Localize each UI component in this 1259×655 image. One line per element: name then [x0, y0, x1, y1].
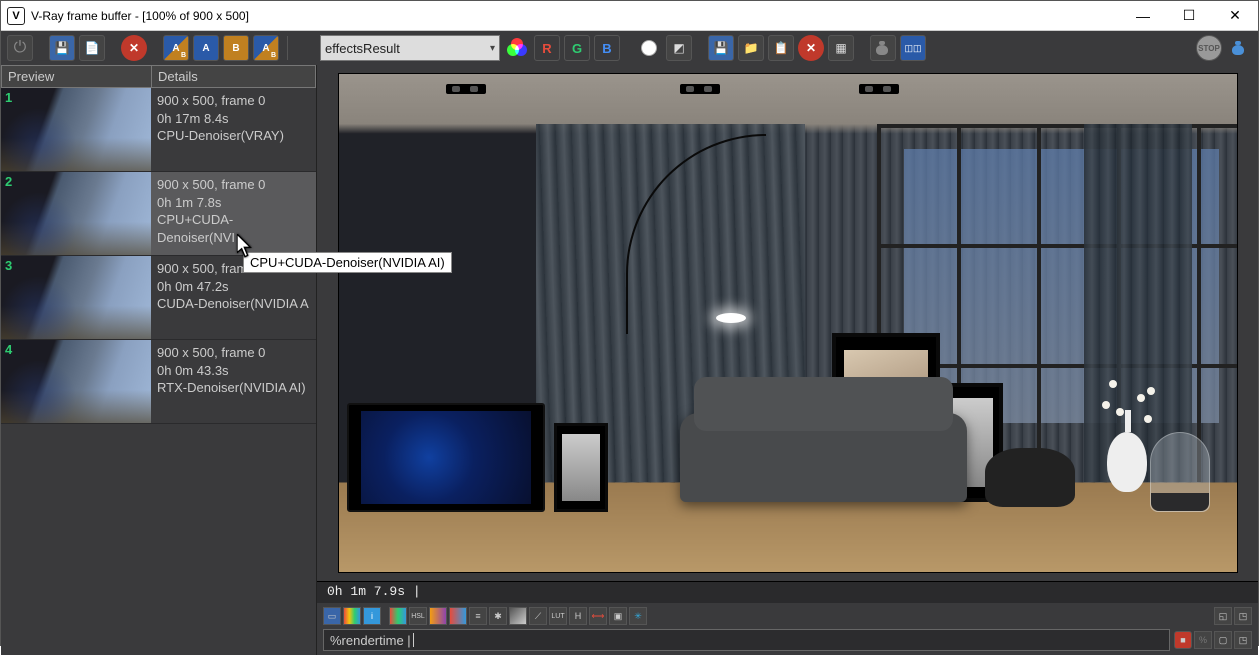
history-item[interactable]: 2 900 x 500, frame 0 0h 1m 7.8s CPU+CUDA…	[1, 172, 316, 256]
render-canvas[interactable]	[338, 73, 1238, 573]
curves-icon[interactable]	[389, 607, 407, 625]
popout-icon[interactable]: ◳	[1234, 607, 1252, 625]
bracket-icon[interactable]: ▢	[1214, 631, 1232, 649]
bloom-icon[interactable]: ✱	[489, 607, 507, 625]
channel-select[interactable]: effectsResult ▾	[320, 35, 500, 61]
green-channel-button[interactable]: G	[564, 35, 590, 61]
gradient1-icon[interactable]	[429, 607, 447, 625]
bottom-mini-toolbar: ▭ i HSL ≡ ✱ ⟋ LUT H ⟷	[323, 607, 1252, 625]
open-folder-icon[interactable]: 📁	[738, 35, 764, 61]
clamp-icon[interactable]: ◩	[666, 35, 692, 61]
maximize-button[interactable]: ☐	[1166, 1, 1212, 31]
restore-window-icon[interactable]: ◱	[1214, 607, 1232, 625]
window-title: V-Ray frame buffer - [100% of 900 x 500]	[31, 9, 1120, 23]
swap-ab-button[interactable]: AB	[253, 35, 279, 61]
history-header: Preview Details	[1, 65, 316, 88]
history-panel: Preview Details 1 900 x 500, frame 0 0h …	[1, 65, 317, 655]
percent-icon[interactable]: %	[1194, 631, 1212, 649]
mono-channel-button[interactable]	[636, 35, 662, 61]
gradient3-icon[interactable]	[509, 607, 527, 625]
history-details: 900 x 500, frame 0 0h 1m 7.8s CPU+CUDA-D…	[151, 172, 316, 255]
bucket-icon[interactable]: ◫◫	[900, 35, 926, 61]
history-index: 4	[5, 342, 12, 357]
history-thumbnail	[1, 256, 151, 339]
region-render-icon[interactable]: ▦	[828, 35, 854, 61]
info-icon[interactable]: i	[363, 607, 381, 625]
history-details: 900 x 500, frame 0 0h 17m 8.4s CPU-Denoi…	[151, 88, 316, 171]
close-button[interactable]: ✕	[1212, 1, 1258, 31]
teapot-blue-icon[interactable]	[1226, 35, 1252, 61]
history-thumbnail	[1, 88, 151, 171]
red-channel-button[interactable]: R	[534, 35, 560, 61]
clear-icon[interactable]: ✕	[121, 35, 147, 61]
render-status: 0h 1m 7.9s |	[317, 581, 1258, 603]
history-index: 2	[5, 174, 12, 189]
power-icon[interactable]: ⏻	[7, 35, 33, 61]
teapot-grey-icon[interactable]	[870, 35, 896, 61]
save-icon[interactable]: 💾	[49, 35, 75, 61]
effect-icon[interactable]: ✳	[629, 607, 647, 625]
curve-tool-icon[interactable]: ⟋	[529, 607, 547, 625]
history-thumbnail	[1, 172, 151, 255]
levels-icon[interactable]	[343, 607, 361, 625]
delete-icon[interactable]: ✕	[798, 35, 824, 61]
history-index: 3	[5, 258, 12, 273]
history-thumbnail	[1, 340, 151, 423]
lines-icon[interactable]: ≡	[469, 607, 487, 625]
lut-icon[interactable]: LUT	[549, 607, 567, 625]
dropdown-arrow-icon: ▾	[490, 43, 495, 54]
titlebar: V V-Ray frame buffer - [100% of 900 x 50…	[1, 1, 1258, 31]
channel-select-value: effectsResult	[325, 41, 400, 56]
header-preview: Preview	[2, 66, 152, 87]
render-area: 0h 1m 7.9s | ▭ i HSL ≡ ✱ ⟋	[317, 65, 1258, 655]
minimize-button[interactable]: ―	[1120, 1, 1166, 31]
channel-b-button[interactable]: B	[223, 35, 249, 61]
history-details: 900 x 500, frame 0 0h 0m 43.3s RTX-Denoi…	[151, 340, 316, 423]
history-item[interactable]: 4 900 x 500, frame 0 0h 0m 43.3s RTX-Den…	[1, 340, 316, 424]
stop-render-icon[interactable]: STOP	[1196, 35, 1222, 61]
main-toolbar: ⏻ 💾 📄 ✕ AB A B AB effectsResult ▾ R G B	[1, 31, 1258, 65]
record-icon[interactable]: ■	[1174, 631, 1192, 649]
crop-icon[interactable]: ▣	[609, 607, 627, 625]
compare-ab-button[interactable]: AB	[163, 35, 189, 61]
history-item[interactable]: 1 900 x 500, frame 0 0h 17m 8.4s CPU-Den…	[1, 88, 316, 172]
save-image-icon[interactable]: 💾	[708, 35, 734, 61]
app-logo: V	[7, 7, 25, 25]
expand-icon[interactable]: ◳	[1234, 631, 1252, 649]
window-icon[interactable]: ▭	[323, 607, 341, 625]
save-all-icon[interactable]: 📄	[79, 35, 105, 61]
clipboard-icon[interactable]: 📋	[768, 35, 794, 61]
compare-icon[interactable]: ⟷	[589, 607, 607, 625]
command-input[interactable]: %rendertime |	[323, 629, 1170, 651]
gradient2-icon[interactable]	[449, 607, 467, 625]
history-index: 1	[5, 90, 12, 105]
tooltip: CPU+CUDA-Denoiser(NVIDIA AI)	[243, 252, 452, 273]
hsl-icon[interactable]: HSL	[409, 607, 427, 625]
h-icon[interactable]: H	[569, 607, 587, 625]
rgb-channels-icon[interactable]	[504, 35, 530, 61]
blue-channel-button[interactable]: B	[594, 35, 620, 61]
mouse-cursor	[237, 234, 253, 254]
channel-a-button[interactable]: A	[193, 35, 219, 61]
header-details: Details	[152, 66, 315, 87]
